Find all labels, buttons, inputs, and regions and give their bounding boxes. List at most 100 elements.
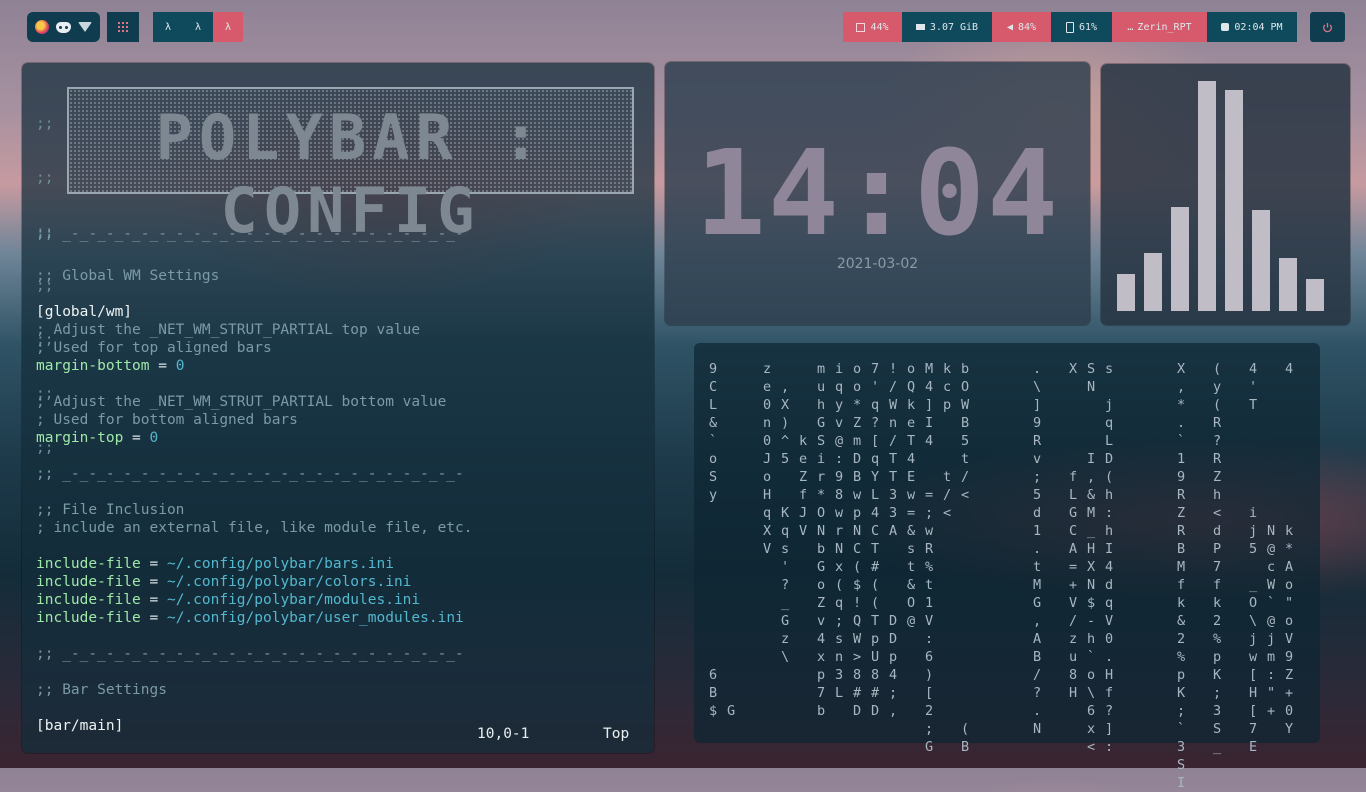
gutter-line: ;;: [36, 116, 54, 132]
user-module[interactable]: … Zerin_RPT: [1112, 12, 1207, 42]
terminal-icon: …: [1127, 21, 1134, 33]
matrix-column: 4 k * A o " o V 9 Z + 0 Y: [1285, 361, 1294, 737]
visualizer-bar: [1198, 81, 1216, 311]
config-entry: include-file = ~/.config/polybar/colors.…: [36, 573, 411, 591]
battery-icon: [1065, 21, 1074, 33]
memory-icon: [915, 24, 925, 30]
config-key: include-file: [36, 610, 141, 626]
matrix-column: ! / W n / T T 3 3 A D D p 4 ; ,: [889, 361, 898, 719]
matrix-column: , X ) ^ 5 K q s ' ? _ G z \: [781, 379, 790, 665]
gutter-line: ;;: [36, 170, 54, 186]
comment-line: ;; _-_-_-_-_-_-_-_-_-_-_-_-_-_-_-_-_-_-_…: [36, 466, 464, 482]
config-key: include-file: [36, 574, 141, 590]
firefox-icon[interactable]: [34, 20, 49, 34]
matrix-column: b O W B 5 t / < ( B: [961, 361, 970, 755]
memory-module[interactable]: 3.07 GiB: [902, 12, 992, 42]
clock-widget: 14:04 2021-03-02: [665, 62, 1090, 325]
workspace-3-active[interactable]: λ: [213, 12, 243, 42]
clock-label: 02:04 PM: [1234, 21, 1283, 33]
matrix-column: 7 ' q ? [ q Y L 4 C T # ( ( T p U 8 # D: [871, 361, 880, 719]
user-label: Zerin_RPT: [1137, 21, 1192, 33]
power-icon[interactable]: [1310, 12, 1345, 42]
comment-line: ;; Global WM Settings: [36, 268, 220, 284]
visualizer-bar: [1306, 279, 1324, 311]
launcher-tray: [27, 12, 100, 42]
config-value: ~/.config/polybar/bars.ini: [166, 556, 394, 572]
workspace-1[interactable]: λ: [153, 12, 183, 42]
cursor-position: 10,0-1: [477, 726, 530, 742]
config-entry: include-file = ~/.config/polybar/user_mo…: [36, 609, 464, 627]
matrix-column: k c p t / <: [943, 361, 952, 521]
visualizer-bar: [1225, 90, 1243, 311]
matrix-column: i q y v @ : 9 8 w r N x ( q ; s n 3 L: [835, 361, 844, 701]
ascii-banner: POLYBAR : CONFIG: [67, 87, 634, 247]
launcher-group: [27, 12, 100, 42]
config-key: margin-top: [36, 430, 124, 446]
config-value: ~/.config/polybar/user_modules.ini: [166, 610, 464, 626]
matrix-column: . \ ] 9 R v ; 5 d 1 . t M G , A B / ? . …: [1033, 361, 1042, 737]
battery-label: 61%: [1078, 21, 1098, 33]
section-header: [global/wm]: [36, 304, 133, 320]
workspace-2[interactable]: λ: [183, 12, 213, 42]
config-key: include-file: [36, 556, 141, 572]
config-equals: =: [123, 430, 150, 446]
wifi-icon[interactable]: [78, 22, 93, 32]
config-entry: include-file = ~/.config/polybar/bars.in…: [36, 555, 394, 573]
matrix-column: o o * Z m D B w p N C ( $ ! Q W > 8 # D: [853, 361, 862, 719]
power-group: [1310, 12, 1345, 42]
config-value: 0: [149, 430, 159, 446]
clock-date: 2021-03-02: [836, 256, 919, 272]
matrix-column: S N I , & M _ H X N $ - h ` o \ 6 x <: [1087, 361, 1096, 755]
visualizer-bar: [1279, 258, 1297, 311]
matrix-column: s j q L D ( h : h I 4 d q V 0 . H f ? ] …: [1105, 361, 1114, 755]
comment-line: ; include an external file, like module …: [36, 520, 473, 536]
discord-icon[interactable]: [55, 21, 71, 33]
config-key: margin-bottom: [36, 358, 150, 374]
visualizer-bar: [1144, 253, 1162, 311]
volume-label: 84%: [1017, 21, 1037, 33]
matrix-column: M 4 ] I 4 = ; w R % t 1 V : 6 ) [ 2 ; G: [925, 361, 934, 755]
clock-time: 14:04: [694, 124, 1061, 262]
config-entry: margin-bottom = 0: [36, 357, 184, 375]
scroll-position: Top: [603, 726, 630, 742]
matrix-column: m u h G S i r * O N b G o Z v 4 x p 7 b: [817, 361, 826, 719]
matrix-column: o Q k e T 4 E w = & s t & O @: [907, 361, 916, 629]
menu-group: [107, 12, 139, 42]
matrix-column: k e Z f J V: [799, 433, 808, 539]
grid-menu-icon[interactable]: [107, 12, 139, 42]
comment-line: ; Adjust the _NET_WM_STRUT_PARTIAL botto…: [36, 394, 447, 410]
config-equals: =: [140, 610, 167, 626]
config-key: include-file: [36, 592, 141, 608]
clock-module[interactable]: 02:04 PM: [1207, 12, 1297, 42]
config-equals: =: [140, 574, 167, 590]
section-header: [bar/main]: [36, 718, 124, 734]
comment-line: ;; Bar Settings: [36, 682, 167, 698]
comment-line: ; Used for bottom aligned bars: [36, 412, 298, 428]
volume-icon: ◀: [1006, 21, 1013, 33]
comment-line: ; Adjust the _NET_WM_STRUT_PARTIAL top v…: [36, 322, 421, 338]
clock-icon: [1221, 23, 1230, 31]
visualizer-bar: [1171, 207, 1189, 311]
matrix-column: z e 0 n 0 J o H q X V: [763, 361, 772, 557]
cpu-icon: [856, 22, 866, 32]
config-value: ~/.config/polybar/modules.ini: [166, 592, 421, 608]
battery-module[interactable]: 61%: [1051, 12, 1112, 42]
comment-line: ;; _-_-_-_-_-_-_-_-_-_-_-_-_-_-_-_-_-_-_…: [36, 646, 464, 662]
cpu-module[interactable]: 44%: [843, 12, 902, 42]
visualizer-bar: [1117, 274, 1135, 311]
config-equals: =: [140, 556, 167, 572]
matrix-column: ( y ( R ? R Z h < d P 7 f k 2 % p K ; 3 …: [1213, 361, 1222, 755]
workspaces: λ λ λ: [153, 12, 243, 42]
config-equals: =: [140, 592, 167, 608]
config-entry: margin-top = 0: [36, 429, 158, 447]
system-modules: 44% 3.07 GiB ◀ 84% 61% … Zerin_RPT 02:04…: [843, 12, 1297, 42]
memory-label: 3.07 GiB: [929, 21, 979, 33]
matrix-column: G: [727, 703, 736, 719]
audio-visualizer: [1101, 64, 1350, 325]
config-entry: include-file = ~/.config/polybar/modules…: [36, 591, 420, 609]
comment-line: ;; File Inclusion: [36, 502, 185, 518]
matrix-column: 9 C L & ` o S y 6 B $: [709, 361, 718, 719]
matrix-column: X , * . ` 1 9 R Z R B M f k & 2 % p K ; …: [1177, 361, 1186, 791]
volume-module[interactable]: ◀ 84%: [992, 12, 1051, 42]
config-value: 0: [175, 358, 185, 374]
